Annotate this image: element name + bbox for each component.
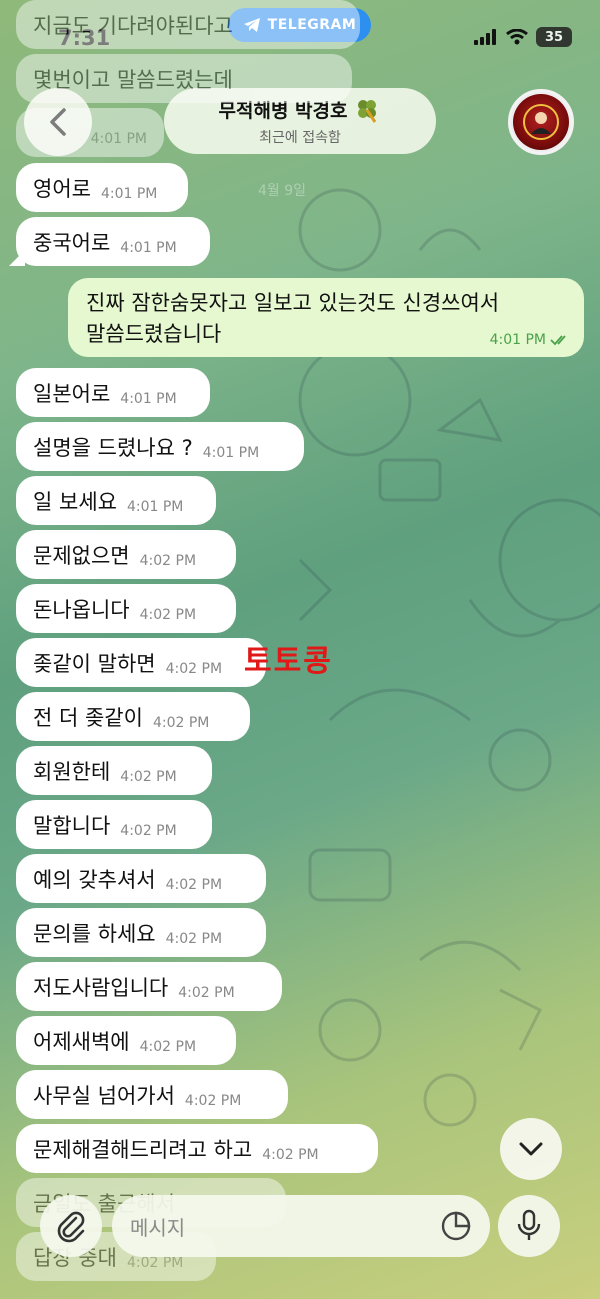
date-separator: 4월 9일 — [258, 183, 307, 199]
wifi-icon — [506, 29, 528, 45]
chevron-down-icon — [519, 1142, 543, 1156]
message-time: 4:02 PM — [165, 930, 223, 947]
message-bubble[interactable]: 좆같이 말하면 4:02 PM — [16, 638, 266, 687]
message-time: 4:02 PM — [139, 552, 197, 569]
message-time: 4:02 PM — [120, 768, 177, 785]
message-text: 회원한테 — [33, 759, 111, 784]
microphone-icon — [517, 1209, 541, 1240]
message-bubble[interactable]: 일본어로 4:01 PM — [16, 368, 210, 417]
signal-icon — [474, 29, 496, 45]
message-time: 4:01 PM — [126, 498, 184, 515]
status-icons: 35 — [474, 27, 572, 47]
message-time: 4:01 PM — [120, 239, 177, 256]
outgoing-message-time: 4:01 PM — [489, 332, 546, 348]
message-text: 어제새벽에 — [33, 1029, 130, 1054]
message-bubble[interactable]: 회원한테 4:02 PM — [16, 746, 212, 795]
message-time: 4:02 PM — [139, 1038, 197, 1055]
message-text: 예의 갖추셔서 — [33, 867, 156, 892]
message-time: 4:02 PM — [152, 714, 210, 731]
message-bubble[interactable]: 사무실 넘어가서 4:02 PM — [16, 1070, 288, 1119]
message-text: 영어로 — [33, 176, 91, 201]
message-bubble[interactable]: 문제없으면 4:02 PM — [16, 530, 236, 579]
message-text: 사무실 넘어가서 — [33, 1083, 175, 1108]
message-time: 4:02 PM — [184, 1092, 242, 1109]
clover-emoji-icon — [358, 99, 377, 123]
message-time: 4:01 PM — [120, 390, 177, 407]
message-text: 지금도 기다려야된다고 — [33, 13, 233, 38]
message-time: 4:01 PM — [202, 444, 260, 461]
message-time: 4:02 PM — [120, 822, 177, 839]
last-seen-status: 최근에 접속함 — [259, 129, 341, 146]
message-text: 문의를 하세요 — [33, 921, 156, 946]
message-bubble[interactable]: 저도사람입니다 4:02 PM — [16, 962, 282, 1011]
message-bubble[interactable]: 문의를 하세요 4:02 PM — [16, 908, 266, 957]
message-time: 4:02 PM — [165, 876, 223, 893]
message-bubble[interactable]: 중국어로 4:01 PM — [16, 217, 210, 266]
message-text: 몇번이고 말씀드렸는데 — [33, 67, 233, 92]
scroll-to-bottom-button[interactable] — [500, 1118, 562, 1180]
message-bubble[interactable]: 지금도 기다려야된다고 — [16, 0, 360, 49]
attach-button[interactable] — [40, 1195, 102, 1257]
double-check-icon — [550, 335, 566, 346]
message-text: 일 보세요 — [33, 489, 117, 514]
message-time: 4:02 PM — [139, 606, 197, 623]
outgoing-message-bubble[interactable]: 진짜 잠한숨못자고 일보고 있는것도 신경쓰여서 말씀드렸습니다 4:01 PM — [68, 278, 584, 357]
message-text: 전 더 좆같이 — [33, 705, 143, 730]
message-time: 4:01 PM — [90, 130, 147, 147]
message-bubble[interactable]: 예의 갖추셔서 4:02 PM — [16, 854, 266, 903]
message-bubble[interactable]: 몇번이고 말씀드렸는데 — [16, 54, 352, 103]
message-bubble[interactable]: 영어로 4:01 PM — [16, 163, 188, 212]
message-time: 4:02 PM — [165, 660, 223, 677]
message-time: 4:02 PM — [178, 984, 235, 1001]
message-text: 일본어로 — [33, 381, 111, 406]
message-bubble[interactable]: 어제새벽에 4:02 PM — [16, 1016, 236, 1065]
paperclip-icon — [57, 1211, 85, 1243]
message-bubble[interactable]: 문제해결해드리려고 하고 4:02 PM — [16, 1124, 378, 1173]
message-text: 돈나옵니다 — [33, 597, 130, 622]
message-text: 설명을 드렸나요 ? — [33, 435, 193, 460]
message-text: 문제해결해드리려고 하고 — [33, 1137, 253, 1162]
avatar-emblem-icon — [523, 104, 559, 140]
message-bubble[interactable]: 설명을 드렸나요 ? 4:01 PM — [16, 422, 304, 471]
message-text: 저도사람입니다 — [33, 975, 169, 1000]
message-input[interactable]: 메시지 — [112, 1195, 490, 1257]
message-bubble[interactable]: 4:01 PM — [16, 108, 164, 157]
message-text: 말합니다 — [33, 813, 111, 838]
sticker-icon[interactable] — [440, 1210, 472, 1242]
message-bubble[interactable]: 전 더 좆같이 4:02 PM — [16, 692, 250, 741]
message-time: 4:01 PM — [100, 185, 158, 202]
battery-indicator: 35 — [536, 27, 572, 47]
message-time: 4:02 PM — [262, 1146, 319, 1163]
message-bubble[interactable]: 말합니다 4:02 PM — [16, 800, 212, 849]
message-text: 좆같이 말하면 — [33, 651, 156, 676]
avatar[interactable] — [508, 89, 574, 155]
microphone-button[interactable] — [498, 1195, 560, 1257]
message-input-placeholder: 메시지 — [130, 1215, 186, 1240]
message-text: 문제없으면 — [33, 543, 130, 568]
message-text: 중국어로 — [33, 230, 111, 255]
watermark-text: 토토콩 — [244, 644, 333, 679]
message-bubble[interactable]: 돈나옵니다 4:02 PM — [16, 584, 236, 633]
outgoing-message-line-1: 진짜 잠한숨못자고 일보고 있는것도 신경쓰여서 — [86, 291, 500, 315]
avatar-image — [513, 94, 569, 150]
message-bubble[interactable]: 일 보세요 4:01 PM — [16, 476, 216, 525]
